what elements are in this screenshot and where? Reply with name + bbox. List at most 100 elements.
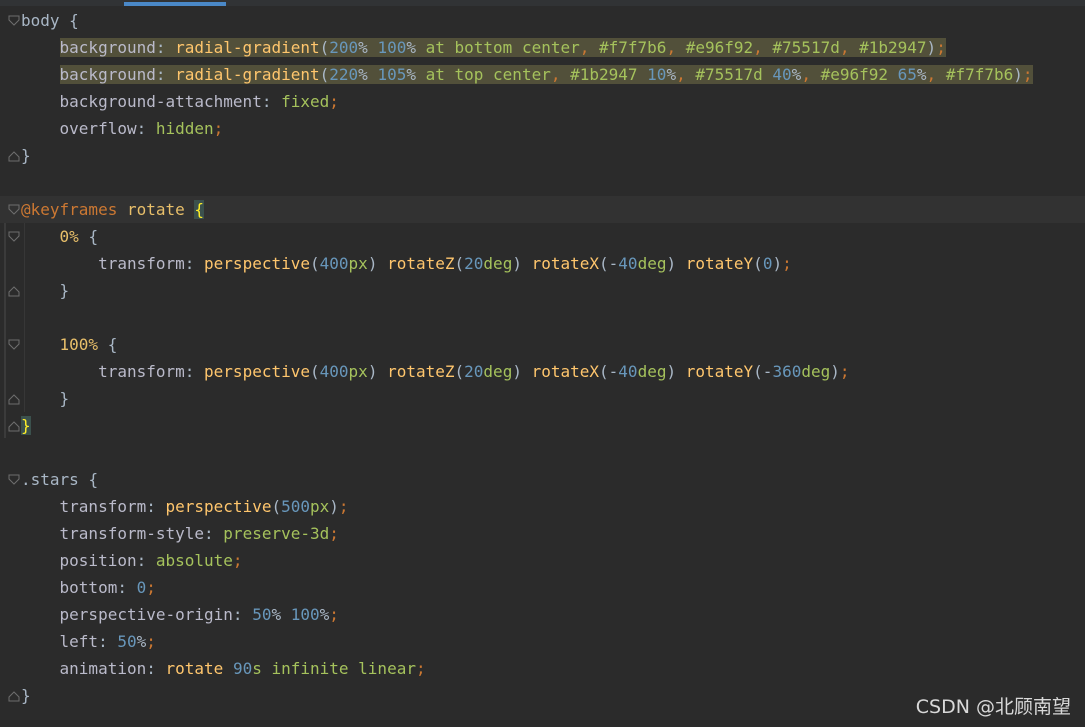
code-token: , — [579, 38, 599, 57]
code-line[interactable]: bottom: 0; — [0, 574, 1085, 601]
code-token: } — [21, 686, 31, 705]
code-line[interactable]: } — [0, 412, 1085, 439]
code-token: % — [358, 65, 378, 84]
code-text: overflow: hidden; — [21, 115, 224, 142]
code-token: ; — [782, 254, 792, 273]
active-tab-indicator[interactable] — [124, 2, 226, 6]
code-line[interactable]: background-attachment: fixed; — [0, 88, 1085, 115]
code-token: : — [146, 659, 166, 678]
code-line[interactable]: transform: perspective(400px) rotateZ(20… — [0, 250, 1085, 277]
code-token: , — [753, 38, 773, 57]
code-line[interactable]: position: absolute; — [0, 547, 1085, 574]
code-token: .stars — [21, 470, 89, 489]
code-token: (- — [599, 254, 619, 273]
code-token: ) — [1013, 65, 1023, 84]
code-text: position: absolute; — [21, 547, 243, 574]
code-text: bottom: 0; — [21, 574, 156, 601]
fold-expand-icon[interactable] — [8, 339, 20, 351]
fold-expand-icon[interactable] — [8, 474, 20, 486]
code-line[interactable]: 0% { — [0, 223, 1085, 250]
code-token: bottom — [21, 578, 118, 597]
code-token: #1b2947 — [570, 65, 648, 84]
code-token: transform — [21, 254, 185, 273]
code-token: ) — [830, 362, 840, 381]
fold-expand-icon[interactable] — [8, 15, 20, 27]
code-token: 400 — [319, 254, 349, 273]
code-line[interactable]: } — [0, 142, 1085, 169]
code-token: , — [676, 65, 696, 84]
code-token: deg — [637, 362, 667, 381]
code-token: 50 — [117, 632, 137, 651]
code-token: ( — [454, 254, 465, 273]
code-token: , — [801, 65, 821, 84]
code-line[interactable]: 100% { — [0, 331, 1085, 358]
code-token: ( — [753, 254, 763, 273]
fold-end-icon[interactable] — [8, 393, 20, 405]
code-token: : — [155, 38, 176, 57]
code-token: 40 — [618, 254, 638, 273]
code-line[interactable]: left: 50%; — [0, 628, 1085, 655]
code-token: rotateZ — [387, 362, 455, 381]
code-token: 360 — [772, 362, 802, 381]
fold-end-icon[interactable] — [8, 690, 20, 702]
code-token: at bottom center — [425, 38, 580, 57]
code-text: background: radial-gradient(200% 100% at… — [21, 34, 946, 61]
code-token: , — [666, 38, 686, 57]
code-line[interactable]: animation: rotate 90s infinite linear; — [0, 655, 1085, 682]
code-line[interactable]: } — [0, 385, 1085, 412]
code-line[interactable]: } — [0, 277, 1085, 304]
fold-expand-icon[interactable] — [8, 204, 20, 216]
code-token: rotateY — [685, 254, 754, 273]
code-token: 105 — [377, 65, 407, 84]
code-token: perspective — [204, 362, 310, 381]
code-line[interactable] — [0, 439, 1085, 466]
fold-end-icon[interactable] — [8, 420, 20, 432]
code-text: .stars { — [21, 466, 98, 493]
code-line[interactable]: .stars { — [0, 466, 1085, 493]
code-text: perspective-origin: 50% 100%; — [21, 601, 339, 628]
code-token: absolute — [155, 551, 233, 570]
code-line[interactable]: overflow: hidden; — [0, 115, 1085, 142]
code-line[interactable]: perspective-origin: 50% 100%; — [0, 601, 1085, 628]
code-text: transform: perspective(500px); — [21, 493, 349, 520]
code-token: : — [136, 551, 156, 570]
code-token: (- — [599, 362, 619, 381]
code-line[interactable]: body { — [0, 7, 1085, 34]
code-token: background — [59, 65, 156, 84]
code-line[interactable]: background: radial-gradient(220% 105% at… — [0, 61, 1085, 88]
code-text: transform: perspective(400px) rotateZ(20… — [21, 358, 850, 385]
fold-end-icon[interactable] — [8, 285, 20, 297]
code-token: position — [21, 551, 137, 570]
code-editor[interactable]: body { background: radial-gradient(200% … — [0, 0, 1085, 727]
code-line[interactable]: transform: perspective(500px); — [0, 493, 1085, 520]
code-token: transform — [21, 497, 147, 516]
code-token: body — [21, 11, 70, 30]
code-line[interactable] — [0, 304, 1085, 331]
code-text: transform-style: preserve-3d; — [21, 520, 339, 547]
code-token: , — [550, 65, 571, 84]
fold-expand-icon[interactable] — [8, 231, 20, 243]
code-token: ) — [512, 254, 532, 273]
code-token: #e96f92 — [685, 38, 754, 57]
code-token: : — [117, 578, 137, 597]
code-line[interactable]: background: radial-gradient(200% 100% at… — [0, 34, 1085, 61]
fold-end-icon[interactable] — [8, 150, 20, 162]
code-token: animation — [21, 659, 147, 678]
code-token: px — [310, 497, 330, 516]
code-text: 0% { — [21, 223, 99, 250]
code-token: ; — [415, 659, 426, 678]
code-token: 65 — [897, 65, 917, 84]
code-line[interactable] — [0, 169, 1085, 196]
code-token: #e96f92 — [820, 65, 898, 84]
code-token: { — [88, 470, 99, 489]
code-token: } — [21, 416, 31, 435]
code-token: at top center — [425, 65, 551, 84]
code-line[interactable]: @keyframes rotate { — [0, 196, 1085, 223]
watermark: CSDN @北顾南望 — [915, 696, 1071, 718]
code-token: ; — [839, 362, 850, 381]
code-line[interactable]: transform-style: preserve-3d; — [0, 520, 1085, 547]
code-line[interactable]: transform: perspective(400px) rotateZ(20… — [0, 358, 1085, 385]
code-token: ; — [936, 38, 946, 57]
code-token: , — [926, 65, 946, 84]
